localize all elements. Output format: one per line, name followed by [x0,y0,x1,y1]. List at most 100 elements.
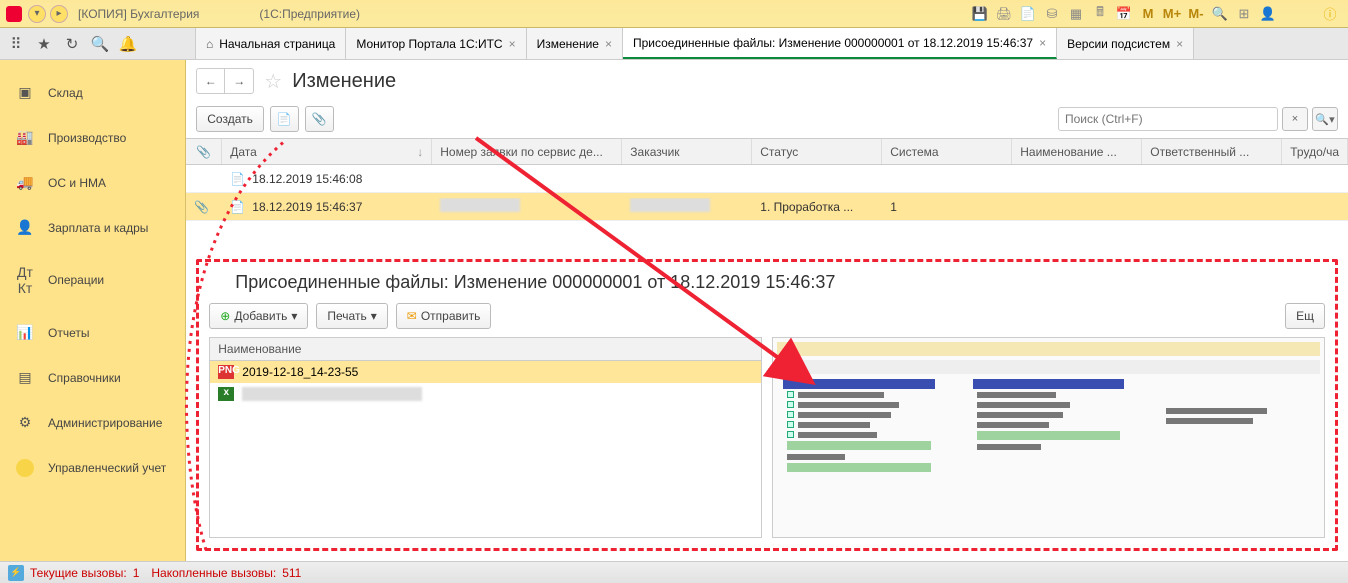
png-file-icon: PNG [218,365,234,379]
more-button[interactable]: Ещ [1285,303,1325,329]
close-icon[interactable]: × [1039,36,1046,50]
sidebar-item-operations[interactable]: ДтКтОперации [0,250,185,310]
tab-label: Монитор Портала 1С:ИТС [356,37,502,51]
sidebar-item-catalogs[interactable]: ▤Справочники [0,355,185,400]
col-attach[interactable]: 📎 [186,139,222,164]
sidebar-item-production[interactable]: 🏭 Производство [0,115,185,160]
col-system[interactable]: Система [882,139,1012,164]
tab-attached-files[interactable]: Присоединенные файлы: Изменение 00000000… [623,28,1057,59]
info-icon[interactable]: ⓘ [1320,4,1340,24]
close-icon[interactable]: × [509,37,516,51]
status-bar: ⚡ Текущие вызовы: 1 Накопленные вызовы: … [0,561,1348,583]
file-col-header[interactable]: Наименование [210,338,761,361]
bell-icon[interactable]: 🔔 [118,34,138,54]
mail-icon: ✉ [407,309,417,323]
search-tool-icon[interactable]: 🔍 [90,34,110,54]
attached-actions: ⊕Добавить▾ Печать▾ ✉Отправить Ещ [209,303,1325,329]
file-name: 2019-12-18_14-23-55 [242,365,358,379]
table-row[interactable]: 📄18.12.2019 15:46:08 [186,165,1348,193]
star-icon[interactable]: ★ [34,34,54,54]
tab-label: Присоединенные файлы: Изменение 00000000… [633,36,1033,50]
sidebar-item-label: Зарплата и кадры [48,221,148,235]
button-label: Создать [207,112,253,126]
sidebar-item-assets[interactable]: 🚚ОС и НМА [0,160,185,205]
col-resp[interactable]: Ответственный ... [1142,139,1282,164]
file-row[interactable]: PNG 2019-12-18_14-23-55 [210,361,761,383]
attach-indicator-icon: 📎 [186,200,222,214]
grid-icon[interactable]: ▦ [1066,4,1086,24]
sidebar-item-hr[interactable]: 👤Зарплата и кадры [0,205,185,250]
m-plus-icon[interactable]: M+ [1162,4,1182,24]
coin-icon [16,459,34,477]
win-control-icon[interactable]: ▾ [28,5,46,23]
compare-icon[interactable]: ⛁ [1042,4,1062,24]
tab-versions[interactable]: Версии подсистем × [1057,28,1194,59]
page-header: ← → ☆ Изменение [186,60,1348,106]
nav-fwd-icon[interactable]: → [225,69,253,93]
zoom-icon[interactable]: 🔍 [1210,4,1230,24]
print-button[interactable]: Печать▾ [316,303,387,329]
add-button[interactable]: ⊕Добавить▾ [209,303,308,329]
tab-monitor[interactable]: Монитор Портала 1С:ИТС × [346,28,526,59]
col-name[interactable]: Наименование ... [1012,139,1142,164]
window-icon[interactable]: ⊞ [1234,4,1254,24]
tab-change[interactable]: Изменение × [527,28,623,59]
attach-button[interactable]: 📎 [305,106,334,132]
blurred-filename [242,387,422,401]
doc-table: 📎 Дата↓ Номер заявки по сервис де... Зак… [186,138,1348,249]
user-icon[interactable]: 👤 [1258,4,1278,24]
file-split: Наименование PNG 2019-12-18_14-23-55 x [209,337,1325,538]
close-icon[interactable]: × [605,37,612,51]
create-button[interactable]: Создать [196,106,264,132]
sidebar-item-label: Производство [48,131,126,145]
status-current-value: 1 [133,566,140,580]
tab-label: Версии подсистем [1067,37,1170,51]
m-minus-icon[interactable]: M- [1186,4,1206,24]
sidebar-item-label: Управленческий учет [48,461,166,475]
copy-doc-button[interactable]: 📄 [270,106,299,132]
close-icon[interactable]: × [1176,37,1183,51]
sidebar-item-mgmt[interactable]: Управленческий учет [0,445,185,491]
clear-search-icon[interactable]: × [1282,107,1308,131]
sidebar-item-sklad[interactable]: ▣Склад [0,70,185,115]
col-customer[interactable]: Заказчик [622,139,752,164]
file-list: Наименование PNG 2019-12-18_14-23-55 x [209,337,762,538]
doc-row-icon: 📄 [230,200,246,214]
file-row[interactable]: x [210,383,761,405]
tab-home[interactable]: ⌂ Начальная страница [196,28,346,59]
search-input[interactable] [1058,107,1278,131]
nav-back-icon[interactable]: ← [197,69,225,93]
col-date[interactable]: Дата↓ [222,139,432,164]
save-icon[interactable]: 💾 [970,4,990,24]
send-button[interactable]: ✉Отправить [396,303,492,329]
preview-window-title [777,342,1320,356]
history-icon[interactable]: ↻ [62,34,82,54]
file-preview [772,337,1325,538]
table-row[interactable]: 📎 📄18.12.2019 15:46:37 1. Проработка ...… [186,193,1348,221]
calendar-icon[interactable]: 📅 [1114,4,1134,24]
sidebar-item-label: Отчеты [48,326,89,340]
search-button-icon[interactable]: 🔍▾ [1312,107,1338,131]
chevron-down-icon: ▾ [371,309,377,323]
doc-icon[interactable]: 📄 [1018,4,1038,24]
tabs-bar: ⠿ ★ ↻ 🔍 🔔 ⌂ Начальная страница Монитор П… [0,28,1348,60]
search-box: × 🔍▾ [1058,107,1338,131]
sidebar-item-reports[interactable]: 📊Отчеты [0,310,185,355]
win-control2-icon[interactable]: ▸ [50,5,68,23]
m-icon[interactable]: M [1138,4,1158,24]
page-title: Изменение [292,70,396,93]
col-status[interactable]: Статус [752,139,882,164]
sidebar-item-admin[interactable]: ⚙Администрирование [0,400,185,445]
col-labor[interactable]: Трудо/ча [1282,139,1348,164]
plus-icon: ⊕ [220,309,230,323]
apps-icon[interactable]: ⠿ [6,34,26,54]
tab-label: Начальная страница [219,37,335,51]
print-icon[interactable]: 🖨 [994,4,1014,24]
sidebar-item-label: Справочники [48,371,121,385]
calc-icon[interactable]: 🖩 [1090,4,1110,24]
tab-label: Изменение [537,37,599,51]
favorite-star-icon[interactable]: ☆ [264,69,282,94]
copy-doc-icon: 📄 [277,112,292,126]
col-request[interactable]: Номер заявки по сервис де... [432,139,622,164]
factory-icon: 🏭 [16,129,34,146]
